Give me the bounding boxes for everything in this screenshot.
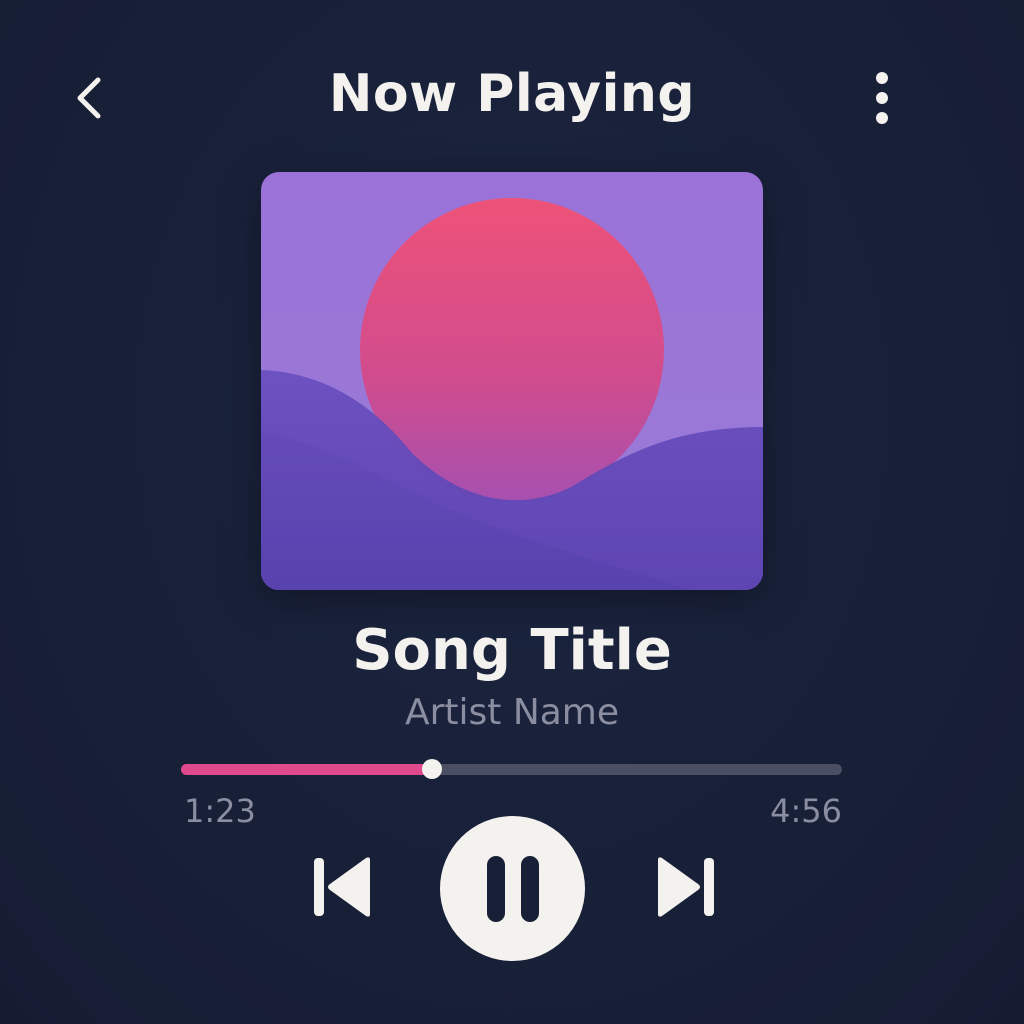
more-vertical-icon bbox=[876, 72, 888, 124]
playback-controls bbox=[0, 812, 1024, 962]
song-title: Song Title bbox=[352, 618, 672, 683]
skip-next-icon bbox=[658, 857, 714, 917]
chevron-left-icon bbox=[77, 77, 101, 119]
skip-previous-icon bbox=[314, 857, 370, 917]
progress-thumb[interactable] bbox=[422, 759, 442, 779]
artist-name: Artist Name bbox=[404, 692, 620, 733]
album-art bbox=[261, 172, 763, 590]
progress-fill bbox=[181, 764, 436, 775]
progress-slider[interactable] bbox=[181, 758, 842, 782]
header: Now Playing bbox=[0, 60, 1024, 140]
play-pause-button[interactable] bbox=[440, 816, 585, 961]
more-options-button[interactable] bbox=[852, 68, 912, 128]
pause-icon bbox=[486, 855, 539, 922]
back-button[interactable] bbox=[60, 68, 120, 128]
previous-track-button[interactable] bbox=[310, 852, 380, 922]
next-track-button[interactable] bbox=[648, 852, 718, 922]
now-playing-screen: Now Playing Song Title Artist Name 1:23 … bbox=[0, 0, 1024, 1024]
